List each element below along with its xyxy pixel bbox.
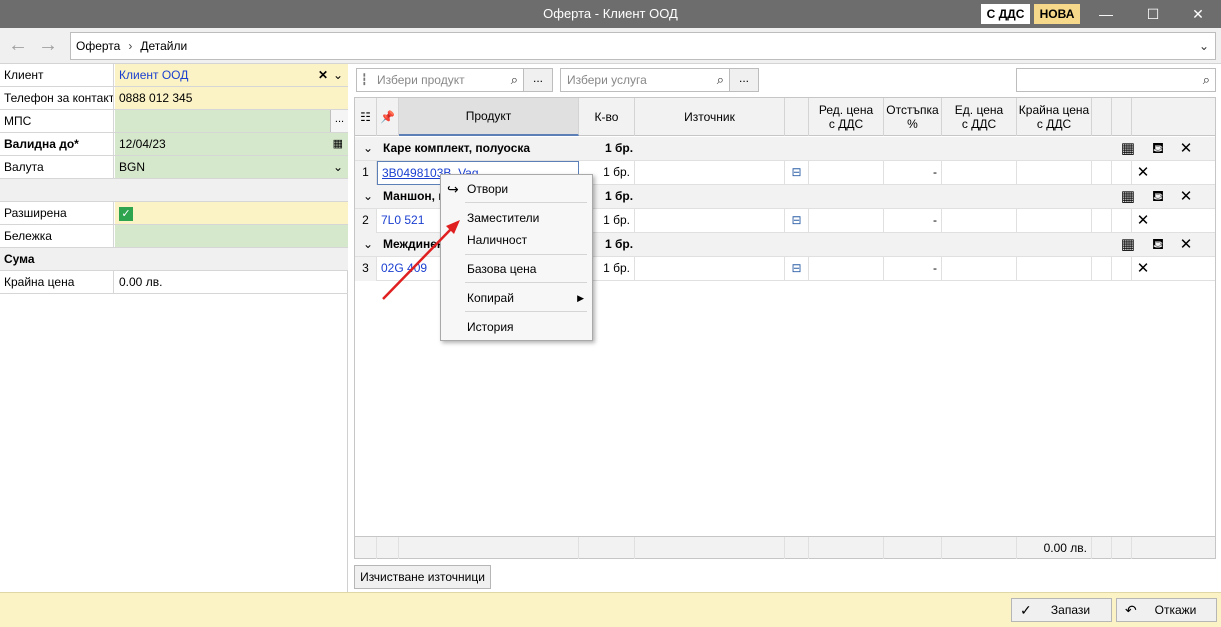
bottom-action-bar: ✓ Запази ↶ Откажи xyxy=(0,592,1221,627)
cancel-button-label: Откажи xyxy=(1154,603,1197,617)
save-button-label: Запази xyxy=(1050,603,1091,617)
undo-icon: ↶ xyxy=(1125,602,1137,618)
checkmark-icon: ✓ xyxy=(1020,602,1032,618)
annotation-arrow xyxy=(382,220,460,300)
save-button[interactable]: ✓ Запази xyxy=(1011,598,1112,622)
cancel-button[interactable]: ↶ Откажи xyxy=(1116,598,1217,622)
annotation-arrow-line xyxy=(382,227,453,300)
